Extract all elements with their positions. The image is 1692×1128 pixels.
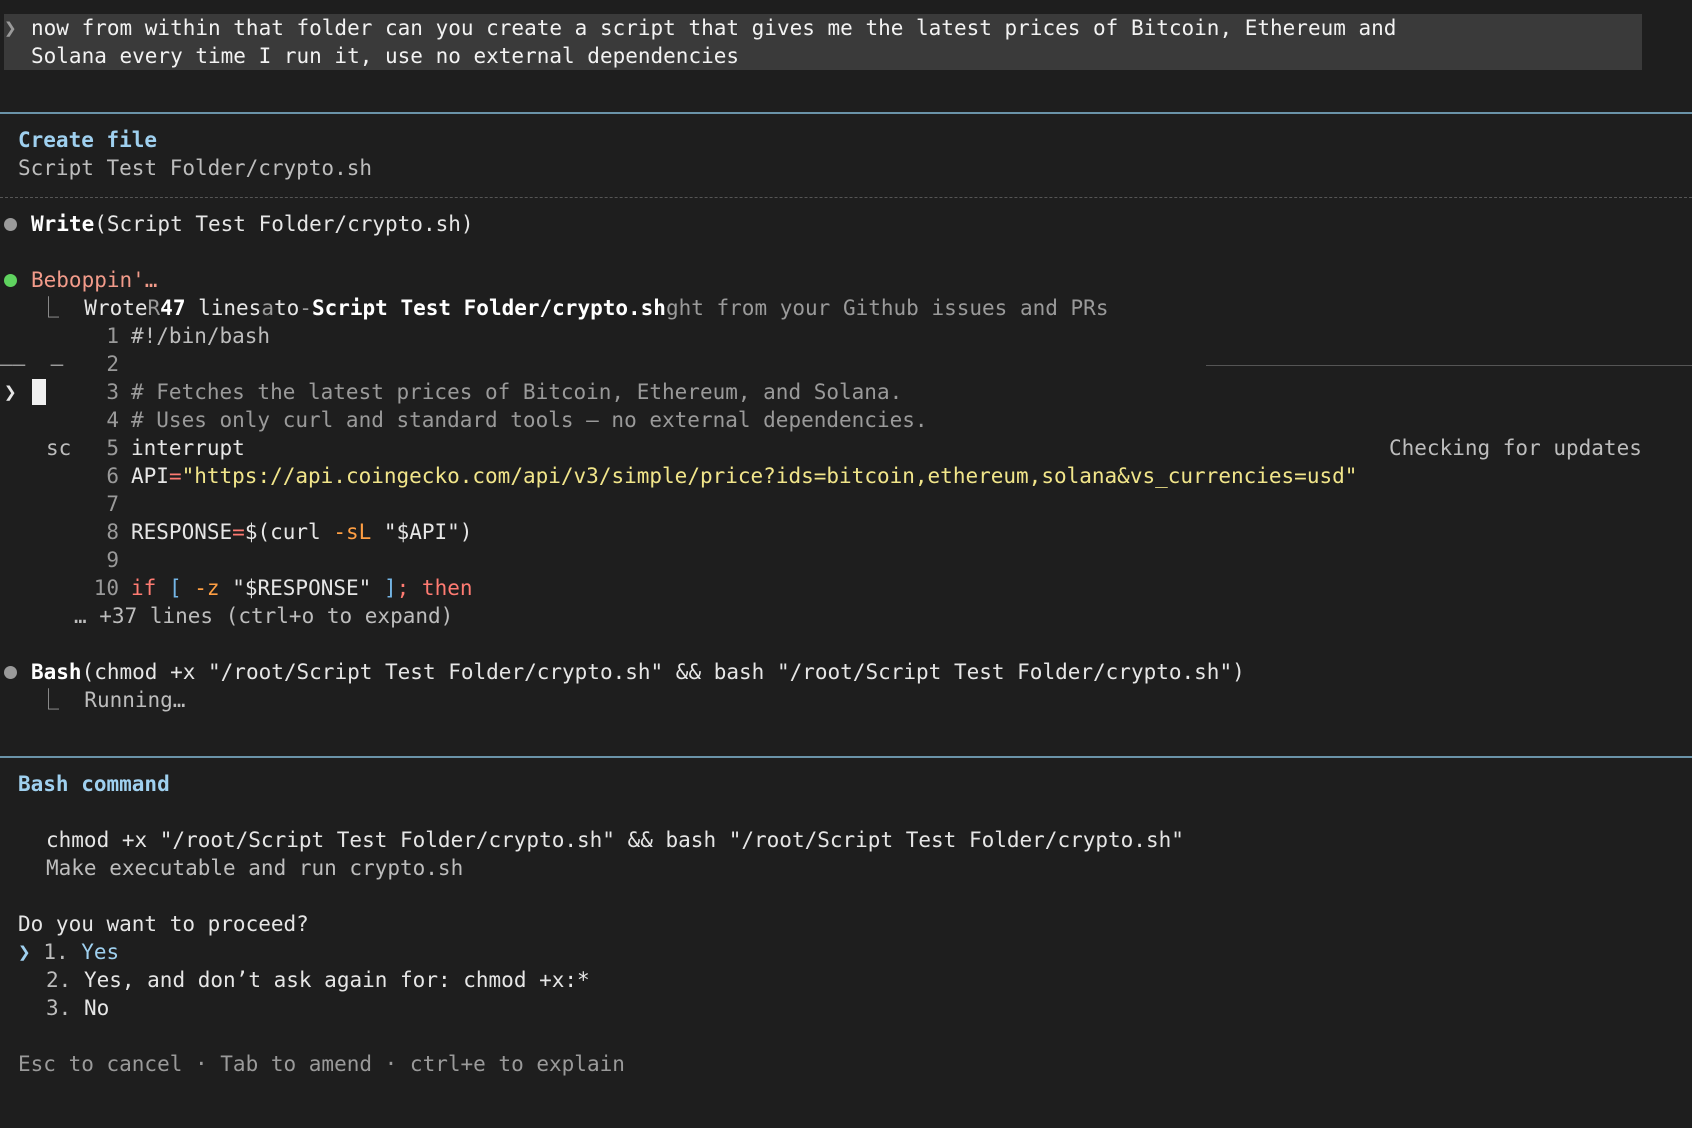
bash-command-text: chmod +x "/root/Script Test Folder/crypt… [46,828,1184,852]
code-line-8: 8 RESPONSE=$(curl -sL "$API") [106,520,473,544]
left-dashes: —— — [0,352,64,376]
line-count: 47 [160,296,186,320]
text-cursor[interactable] [32,379,46,405]
dialog-footer-hints: Esc to cancel · Tab to amend · ctrl+e to… [18,1052,625,1076]
code-line-2: 2 [106,352,119,376]
code-line-1: 1 #!/bin/bash [106,324,271,348]
prompt-line-1: now from within that folder can you crea… [31,16,1397,40]
tree-connector-icon: ⎿ [38,688,59,712]
bash-command-title: Bash command [18,772,170,796]
option-no[interactable]: 3. No [46,994,109,1022]
code-line-3: 3 # Fetches the latest prices of Bitcoin,… [106,380,903,404]
active-dot-icon [4,274,17,287]
section-separator [0,756,1692,758]
option-yes-dont-ask[interactable]: 2. Yes, and don’t ask again for: chmod +… [46,966,590,994]
bash-tool-args: (chmod +x "/root/Script Test Folder/cryp… [81,660,1245,684]
right-rule [1206,365,1692,366]
code-line-4: 4 # Uses only curl and standard tools — n… [106,408,928,432]
proceed-question: Do you want to proceed? [18,912,309,936]
code-line-6: 6 API="https://api.coingecko.com/api/v3/s… [106,464,1358,488]
dashed-separator [0,197,1692,198]
prompt-caret: ❯ [4,16,17,40]
create-file-title: Create file [18,128,158,152]
code-line-10: 10 if [ -z "$RESPONSE" ]; then [93,576,473,600]
sc-label: sc [46,436,72,460]
bash-command-description: Make executable and run crypto.sh [46,856,464,880]
prompt-line-2: Solana every time I run it, use no exter… [31,44,740,68]
step-dot-icon [4,218,17,231]
wrote-summary: ⎿ WroteR47 linesato-Script Test Folder/c… [38,296,1109,320]
bash-running-status: ⎿ Running… [38,688,186,712]
checking-updates-status: Checking for updates [1389,436,1642,460]
write-tool-name: Write [31,212,95,236]
tree-connector-icon: ⎿ [38,296,59,320]
code-line-7: 7 [106,492,119,516]
write-step: Write(Script Test Folder/crypto.sh) [31,210,474,238]
code-line-5: 5 interrupt [106,436,245,460]
spinner-status: Beboppin'… [31,268,158,292]
written-file-name: Script Test Folder/crypto.sh [311,296,666,320]
step-dot-icon [4,666,17,679]
code-line-9: 9 [106,548,119,572]
write-tool-args: (Script Test Folder/crypto.sh) [94,212,474,236]
selector-caret-icon: ❯ [18,940,31,964]
section-separator [0,112,1692,114]
bash-tool-name: Bash [31,660,82,684]
input-caret-icon: ❯ [4,380,17,404]
bash-step: Bash(chmod +x "/root/Script Test Folder/… [31,658,1245,686]
create-file-path: Script Test Folder/crypto.sh [18,156,373,180]
option-yes[interactable]: ❯ 1. Yes [18,938,119,966]
expand-hint[interactable]: … +37 lines (ctrl+o to expand) [74,602,453,630]
